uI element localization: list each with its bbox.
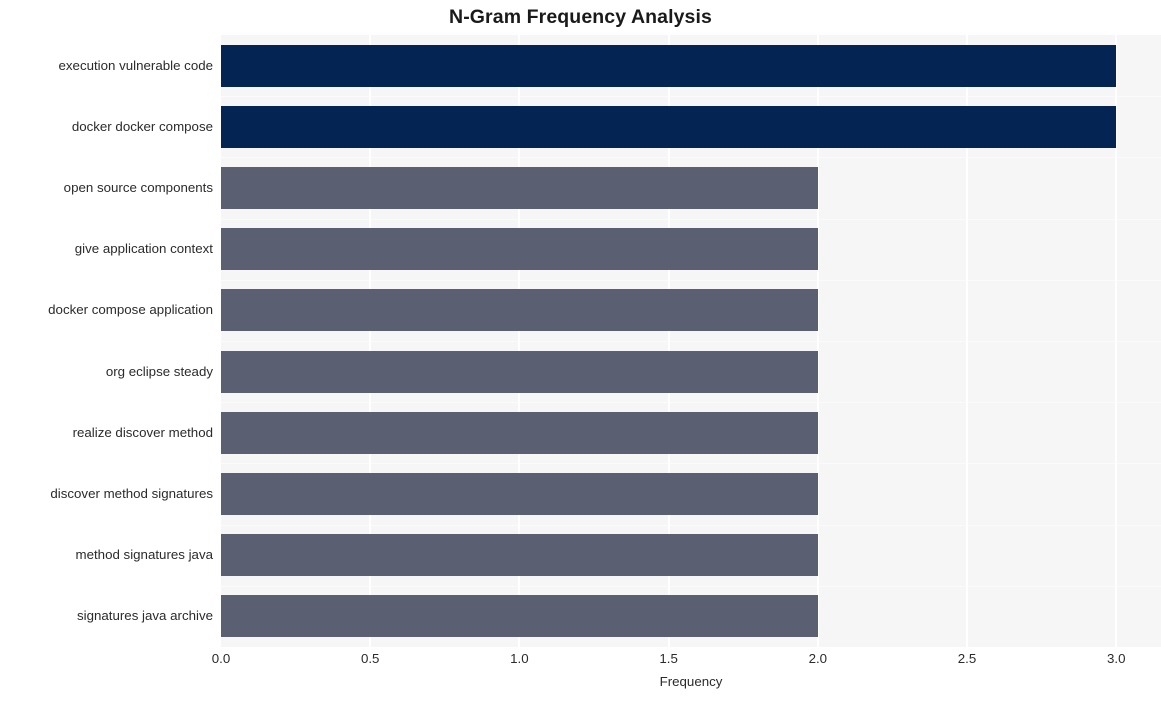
- y-axis-tick-label: execution vulnerable code: [58, 57, 214, 73]
- y-axis-tick-label: discover method signatures: [50, 486, 213, 501]
- x-axis-tick-label: 1.0: [510, 651, 529, 666]
- x-axis-tick-label: 3.0: [1106, 651, 1126, 666]
- bar[interactable]: [221, 534, 818, 577]
- x-axis-tick-label: 0.0: [211, 651, 231, 666]
- plot-area: [221, 35, 1161, 647]
- y-axis-tick-label: org eclipse steady: [105, 363, 213, 379]
- bar[interactable]: [221, 289, 818, 332]
- x-axis-tick-label: 1.5: [659, 651, 678, 666]
- y-axis-tick-labels: execution vulnerable code docker docker c…: [0, 35, 213, 647]
- bar[interactable]: [221, 44, 1117, 87]
- bar[interactable]: [221, 228, 818, 271]
- y-axis-tick-label: give application context: [74, 241, 213, 257]
- bar[interactable]: [221, 105, 1117, 148]
- y-axis-tick-label: method signatures java: [75, 547, 213, 563]
- x-axis-tick-label: 2.5: [957, 651, 977, 666]
- bar[interactable]: [221, 350, 818, 393]
- ngram-frequency-chart: N-Gram Frequency Analysis execution vuln…: [0, 0, 1161, 701]
- x-axis-tick-label: 0.5: [360, 651, 380, 666]
- y-axis-tick-label: docker docker compose: [71, 118, 213, 134]
- bar[interactable]: [221, 595, 818, 638]
- bar[interactable]: [221, 473, 818, 515]
- chart-title: N-Gram Frequency Analysis: [449, 6, 712, 28]
- x-axis-tick-labels: 0.0 0.5 1.0 1.5 2.0 2.5 3.0: [212, 651, 1161, 671]
- x-axis-title: Frequency: [659, 674, 723, 689]
- y-axis-tick-label: signatures java archive: [77, 608, 213, 624]
- bars-layer: [221, 35, 1161, 647]
- bar[interactable]: [221, 167, 818, 209]
- y-axis-tick-label: realize discover method: [72, 424, 213, 440]
- y-axis-tick-label: open source components: [63, 180, 213, 195]
- y-axis-tick-label: docker compose application: [48, 302, 213, 318]
- x-axis-tick-label: 2.0: [808, 651, 828, 666]
- bar[interactable]: [221, 411, 818, 454]
